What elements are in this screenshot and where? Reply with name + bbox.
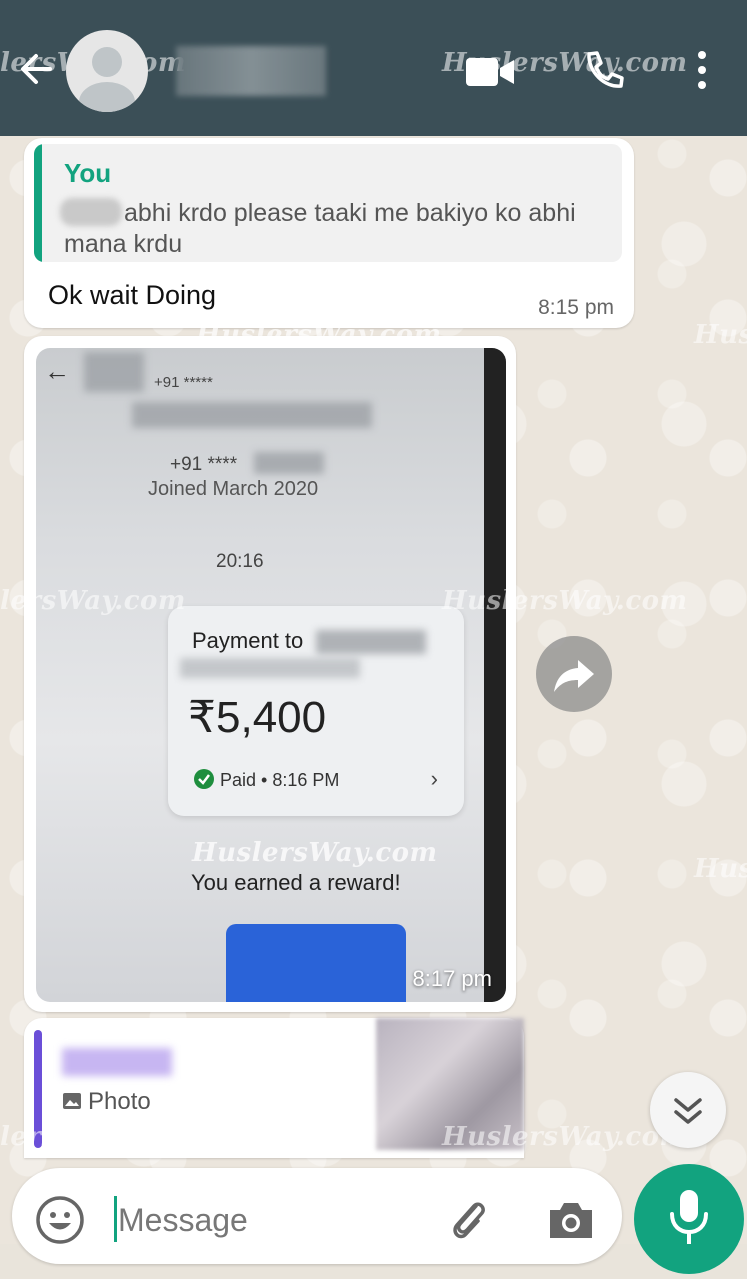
photo-redaction — [132, 402, 372, 428]
reward-scratch-card — [226, 924, 406, 1002]
reply-photo-label: Photo — [88, 1088, 151, 1115]
message-text: Ok wait Doing — [48, 280, 217, 310]
chevron-right-icon: › — [430, 766, 438, 791]
contact-name[interactable] — [176, 46, 326, 96]
microphone-icon — [670, 1190, 708, 1244]
message-input[interactable] — [116, 1190, 430, 1250]
payment-to-label: Payment to — [192, 628, 304, 653]
scroll-to-bottom-button[interactable] — [650, 1072, 726, 1148]
quote-author: You — [64, 158, 112, 188]
message-time: 8:17 pm — [412, 966, 493, 991]
watermark-mid-left: lersWay.com — [0, 586, 186, 616]
payee-redaction — [316, 630, 426, 654]
back-arrow-icon[interactable] — [14, 46, 60, 92]
camera-button[interactable] — [546, 1198, 596, 1242]
watermark-bottom-left: lersWay.com — [0, 1122, 186, 1152]
message-time: 8:15 pm — [538, 296, 614, 319]
video-icon — [466, 58, 514, 86]
paperclip-icon — [453, 1202, 485, 1239]
photo-redaction — [84, 352, 144, 392]
watermark-photo-mid: HuslersWay.com — [192, 838, 438, 868]
contact-avatar[interactable] — [66, 30, 148, 112]
emoji-button[interactable] — [34, 1194, 86, 1246]
photo-dark-edge — [484, 348, 506, 1002]
photo-back-arrow-icon: ← — [44, 356, 70, 386]
voice-message-button[interactable] — [634, 1164, 744, 1274]
chat-header: lersWay.com HuslersWay.com — [0, 0, 747, 136]
photo-phone-top: +91 ***** — [154, 374, 213, 391]
attach-button[interactable] — [442, 1192, 494, 1244]
phone-icon — [587, 51, 624, 88]
emoji-icon — [36, 1196, 84, 1244]
photo-redaction — [254, 452, 324, 474]
reward-text: You earned a reward! — [191, 870, 401, 895]
message-bubble-outgoing[interactable]: You abhi krdo please taaki me bakiyo ko … — [24, 138, 634, 328]
double-chevron-down-icon — [674, 1098, 702, 1124]
quote-text: abhi krdo please taaki me bakiyo ko abhi… — [64, 199, 576, 258]
reply-sender-name — [62, 1048, 172, 1076]
paid-check-icon — [194, 769, 214, 789]
voice-call-button[interactable] — [580, 48, 626, 94]
photo-phone-number: +91 **** — [170, 454, 238, 475]
quote-accent-bar — [34, 144, 42, 262]
watermark-edge-right: Hus — [694, 320, 747, 350]
payee-redaction — [180, 658, 360, 678]
video-call-button[interactable] — [464, 52, 516, 92]
photo-joined-date: Joined March 2020 — [148, 478, 319, 500]
payment-card: Payment to ₹5,400 Paid • 8:16 PM › — [168, 606, 464, 816]
camera-icon — [550, 1203, 592, 1238]
payment-amount: ₹5,400 — [188, 693, 327, 742]
payment-screenshot-photo[interactable]: ← +91 ***** +91 **** Joined March 2020 2… — [36, 348, 506, 1002]
image-message-bubble[interactable]: ← +91 ***** +91 **** Joined March 2020 2… — [24, 336, 516, 1012]
watermark-mid-right: HuslersWay.com — [442, 586, 688, 616]
more-vert-icon — [698, 51, 706, 89]
photo-icon — [62, 1092, 82, 1110]
watermark-edge-right: Hus — [694, 854, 747, 884]
payment-status: Paid • 8:16 PM — [220, 770, 340, 790]
quoted-message[interactable]: You abhi krdo please taaki me bakiyo ko … — [34, 144, 622, 262]
forward-button[interactable] — [536, 636, 612, 712]
more-options-button[interactable] — [690, 48, 714, 92]
forward-icon — [554, 660, 594, 692]
photo-transaction-time: 20:16 — [216, 551, 264, 572]
message-compose-bar — [12, 1168, 622, 1264]
avatar-icon — [79, 47, 135, 112]
